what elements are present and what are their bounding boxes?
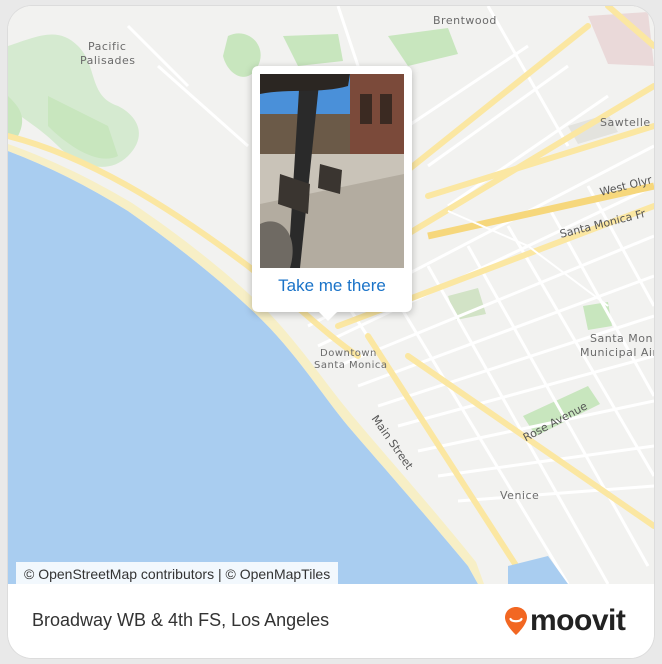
map-attribution[interactable]: © OpenStreetMap contributors | © OpenMap… (16, 562, 339, 584)
map-card: Brentwood Pacific Palisades Sawtelle Dow… (8, 6, 654, 658)
label-pacific: Pacific (88, 40, 127, 53)
label-smma-1: Santa Moni (590, 332, 654, 345)
map-view[interactable]: Brentwood Pacific Palisades Sawtelle Dow… (8, 6, 654, 584)
label-palisades: Palisades (80, 54, 136, 67)
label-smma-2: Municipal Air (580, 346, 654, 359)
label-venice: Venice (500, 489, 540, 502)
label-sawtelle: Sawtelle (600, 116, 651, 129)
footer: Broadway WB & 4th FS, Los Angeles moovit (8, 584, 654, 658)
stop-title: Broadway WB & 4th FS, Los Angeles (32, 610, 330, 630)
label-brentwood: Brentwood (433, 14, 497, 27)
location-pin-icon (505, 607, 527, 635)
label-santa-monica: Santa Monica (314, 360, 388, 371)
label-downtown: Downtown (320, 348, 377, 359)
logo-text: moovit (530, 604, 626, 637)
street-photo (260, 74, 404, 268)
stop-popup: Take me there (252, 66, 412, 321)
take-me-there-link[interactable]: Take me there (252, 276, 412, 296)
moovit-logo[interactable]: moovit (504, 604, 626, 638)
